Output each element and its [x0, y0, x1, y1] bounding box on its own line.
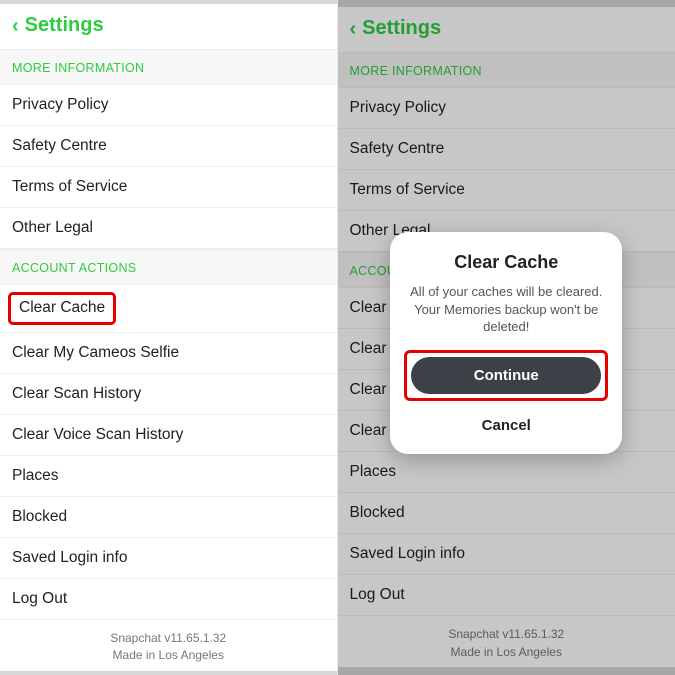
continue-button-highlight: Continue [404, 350, 608, 401]
row-places[interactable]: Places [0, 456, 337, 497]
row-label: Saved Login info [350, 545, 465, 563]
row-safety-centre[interactable]: Safety Centre [338, 129, 675, 170]
footer: Snapchat v11.65.1.32 Made in Los Angeles [338, 616, 675, 667]
cancel-button[interactable]: Cancel [404, 413, 608, 438]
navbar: ‹ Settings [0, 4, 337, 49]
row-saved-login-info[interactable]: Saved Login info [0, 538, 337, 579]
section-header-account-actions: ACCOUNT ACTIONS [0, 249, 337, 285]
footer-made-in: Made in Los Angeles [0, 647, 337, 664]
row-label: Places [350, 463, 397, 481]
footer-made-in: Made in Los Angeles [338, 644, 675, 661]
row-label: Blocked [12, 508, 67, 526]
row-privacy-policy[interactable]: Privacy Policy [0, 85, 337, 126]
back-chevron-icon[interactable]: ‹ [350, 19, 357, 39]
row-clear-scan-history[interactable]: Clear Scan History [0, 374, 337, 415]
section-header-more-information: MORE INFORMATION [0, 49, 337, 85]
row-label: Terms of Service [12, 178, 127, 196]
row-label: Blocked [350, 504, 405, 522]
row-label: Saved Login info [12, 549, 127, 567]
footer-version: Snapchat v11.65.1.32 [338, 626, 675, 643]
settings-screen-right: ‹ Settings MORE INFORMATION Privacy Poli… [338, 0, 675, 675]
bottom-bar [338, 667, 675, 675]
row-label: Other Legal [12, 219, 93, 237]
clear-cache-dialog: Clear Cache All of your caches will be c… [390, 232, 622, 454]
row-label: Clear My Cameos Selfie [12, 344, 179, 362]
row-label: Places [12, 467, 59, 485]
row-label: Clear Voice Scan History [12, 426, 183, 444]
back-chevron-icon[interactable]: ‹ [12, 16, 19, 36]
row-other-legal[interactable]: Other Legal [0, 208, 337, 249]
row-terms-of-service[interactable]: Terms of Service [338, 170, 675, 211]
row-label: Privacy Policy [350, 99, 446, 117]
row-label: Log Out [12, 590, 67, 608]
row-saved-login-info[interactable]: Saved Login info [338, 534, 675, 575]
row-privacy-policy[interactable]: Privacy Policy [338, 88, 675, 129]
row-label-highlighted: Clear Cache [8, 292, 116, 325]
row-terms-of-service[interactable]: Terms of Service [0, 167, 337, 208]
row-log-out[interactable]: Log Out [0, 579, 337, 620]
continue-button[interactable]: Continue [411, 357, 601, 394]
row-label: Log Out [350, 586, 405, 604]
footer-version: Snapchat v11.65.1.32 [0, 630, 337, 647]
row-label: Privacy Policy [12, 96, 108, 114]
row-label: Terms of Service [350, 181, 465, 199]
row-blocked[interactable]: Blocked [0, 497, 337, 538]
row-clear-cache[interactable]: Clear Cache [0, 285, 337, 333]
row-blocked[interactable]: Blocked [338, 493, 675, 534]
row-log-out[interactable]: Log Out [338, 575, 675, 616]
footer: Snapchat v11.65.1.32 Made in Los Angeles [0, 620, 337, 671]
row-clear-cameos[interactable]: Clear My Cameos Selfie [0, 333, 337, 374]
nav-title: Settings [362, 17, 441, 40]
row-label: Safety Centre [12, 137, 107, 155]
nav-title: Settings [25, 14, 104, 37]
row-label: Safety Centre [350, 140, 445, 158]
row-safety-centre[interactable]: Safety Centre [0, 126, 337, 167]
settings-screen-left: ‹ Settings MORE INFORMATION Privacy Poli… [0, 0, 338, 675]
status-bar [338, 0, 675, 7]
navbar: ‹ Settings [338, 7, 675, 52]
section-header-more-information: MORE INFORMATION [338, 52, 675, 88]
row-places[interactable]: Places [338, 452, 675, 493]
dialog-body: All of your caches will be cleared. Your… [404, 283, 608, 336]
bottom-bar [0, 671, 337, 675]
dialog-title: Clear Cache [404, 252, 608, 273]
row-clear-voice-scan-history[interactable]: Clear Voice Scan History [0, 415, 337, 456]
row-label: Clear Scan History [12, 385, 141, 403]
